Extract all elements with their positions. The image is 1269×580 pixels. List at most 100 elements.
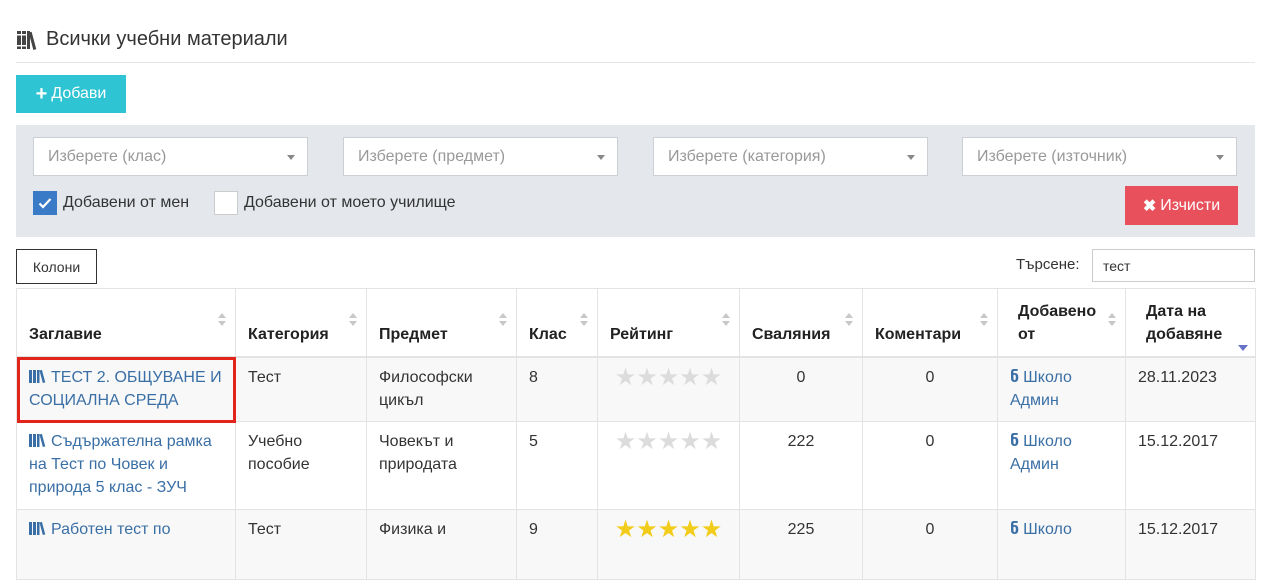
star-icon[interactable]: ★ bbox=[701, 516, 723, 543]
books-icon bbox=[29, 369, 46, 383]
sort-icon bbox=[980, 313, 988, 329]
page-title: Всички учебни материали bbox=[16, 28, 288, 51]
star-icon[interactable]: ★ bbox=[701, 428, 723, 455]
subject-select[interactable]: Изберете (предмет) bbox=[343, 137, 618, 176]
chevron-down-icon bbox=[1216, 155, 1224, 160]
chevron-down-icon bbox=[907, 155, 915, 160]
cell-comments: 0 bbox=[862, 356, 998, 422]
star-icon[interactable]: ★ bbox=[701, 364, 723, 391]
user-icon: ნ bbox=[1010, 521, 1020, 538]
source-select[interactable]: Изберете (източник) bbox=[962, 137, 1237, 176]
added-by-school-option[interactable]: Добавени от моето училище bbox=[214, 191, 456, 215]
page-title-text: Всички учебни материали bbox=[46, 28, 288, 50]
columns-button[interactable]: Колони bbox=[16, 249, 97, 284]
star-icon[interactable]: ★ bbox=[636, 364, 658, 391]
chevron-down-icon bbox=[597, 155, 605, 160]
check-icon bbox=[38, 198, 52, 209]
cell-grade: 5 bbox=[516, 421, 598, 510]
star-icon[interactable]: ★ bbox=[658, 364, 680, 391]
star-icon[interactable]: ★ bbox=[658, 516, 680, 543]
column-header-category[interactable]: Категория bbox=[235, 288, 367, 358]
star-icon[interactable]: ★ bbox=[679, 428, 701, 455]
table-header-row: Заглавие Категория Предмет Клас Рейтинг … bbox=[16, 288, 1256, 358]
rating-stars[interactable]: ★★★★★ bbox=[610, 364, 727, 391]
source-select-placeholder: Изберете (източник) bbox=[977, 147, 1128, 165]
sort-icon bbox=[349, 313, 357, 329]
cell-date-added: 15.12.2017 bbox=[1125, 421, 1256, 510]
star-icon[interactable]: ★ bbox=[636, 428, 658, 455]
column-header-grade[interactable]: Клас bbox=[516, 288, 598, 358]
sort-icon bbox=[1108, 313, 1116, 329]
sort-icon bbox=[722, 313, 730, 329]
star-icon[interactable]: ★ bbox=[636, 516, 658, 543]
star-icon[interactable]: ★ bbox=[679, 364, 701, 391]
books-icon bbox=[29, 521, 46, 535]
cell-title: ТЕСТ 2. ОБЩУВАНЕ И СОЦИАЛНА СРЕДА bbox=[16, 356, 236, 422]
star-icon[interactable]: ★ bbox=[615, 516, 637, 543]
cell-downloads: 225 bbox=[739, 509, 863, 580]
rating-stars[interactable]: ★★★★★ bbox=[610, 518, 727, 542]
sort-icon bbox=[845, 313, 853, 329]
materials-table: Заглавие Категория Предмет Клас Рейтинг … bbox=[16, 288, 1256, 580]
cell-grade: 8 bbox=[516, 356, 598, 422]
material-title-link[interactable]: ТЕСТ 2. ОБЩУВАНЕ И СОЦИАЛНА СРЕДА bbox=[29, 369, 222, 409]
cell-category: Тест bbox=[235, 509, 367, 580]
added-by-school-label: Добавени от моето училище bbox=[244, 194, 456, 211]
sort-desc-icon bbox=[1238, 313, 1248, 351]
title-divider bbox=[16, 62, 1255, 63]
cell-subject: Философски цикъл bbox=[366, 356, 517, 422]
cell-comments: 0 bbox=[862, 421, 998, 510]
column-header-comments[interactable]: Коментари bbox=[862, 288, 998, 358]
cell-date-added: 28.11.2023 bbox=[1125, 356, 1256, 422]
cell-date-added: 15.12.2017 bbox=[1125, 509, 1256, 580]
cell-subject: Физика и bbox=[366, 509, 517, 580]
cell-rating: ★★★★★ bbox=[597, 509, 740, 580]
cell-subject: Човекът и природата bbox=[366, 421, 517, 510]
table-row: Съдържателна рамка на Тест по Човек и пр… bbox=[16, 421, 1256, 510]
column-header-downloads[interactable]: Сваляния bbox=[739, 288, 863, 358]
star-icon[interactable]: ★ bbox=[615, 428, 637, 455]
author-link[interactable]: ნ Школо Админ bbox=[1010, 369, 1072, 409]
star-icon[interactable]: ★ bbox=[658, 428, 680, 455]
column-header-title[interactable]: Заглавие bbox=[16, 288, 236, 358]
column-header-subject[interactable]: Предмет bbox=[366, 288, 517, 358]
class-select-placeholder: Изберете (клас) bbox=[48, 147, 167, 165]
class-select[interactable]: Изберете (клас) bbox=[33, 137, 308, 176]
author-link[interactable]: ნ Школо Админ bbox=[1010, 433, 1072, 473]
clear-button[interactable]: ✖ Изчисти bbox=[1125, 186, 1238, 225]
added-by-school-checkbox[interactable] bbox=[214, 191, 238, 215]
sort-icon bbox=[218, 313, 226, 329]
material-title-link[interactable]: Работен тест по bbox=[29, 521, 170, 538]
added-by-me-option[interactable]: Добавени от мен bbox=[33, 191, 189, 215]
add-button-label: Добави bbox=[51, 85, 107, 102]
add-button[interactable]: + Добави bbox=[16, 75, 126, 113]
added-by-me-checkbox[interactable] bbox=[33, 191, 57, 215]
material-title-link[interactable]: Съдържателна рамка на Тест по Човек и пр… bbox=[29, 433, 212, 496]
user-icon: ნ bbox=[1010, 368, 1020, 386]
sort-icon bbox=[580, 313, 588, 329]
search-input[interactable] bbox=[1092, 249, 1255, 282]
rating-stars[interactable]: ★★★★★ bbox=[610, 430, 727, 454]
plus-icon: + bbox=[35, 83, 48, 105]
chevron-down-icon bbox=[287, 155, 295, 160]
search-label: Търсене: bbox=[1016, 256, 1080, 273]
author-link[interactable]: ნ Школо bbox=[1010, 521, 1072, 538]
subject-select-placeholder: Изберете (предмет) bbox=[358, 147, 506, 165]
table-row: ТЕСТ 2. ОБЩУВАНЕ И СОЦИАЛНА СРЕДА Тест Фил… bbox=[16, 356, 1256, 422]
cell-downloads: 0 bbox=[739, 356, 863, 422]
cell-rating: ★★★★★ bbox=[597, 356, 740, 422]
books-icon bbox=[17, 30, 37, 50]
user-icon: ნ bbox=[1010, 433, 1020, 450]
times-icon: ✖ bbox=[1142, 197, 1157, 215]
cell-comments: 0 bbox=[862, 509, 998, 580]
clear-button-label: Изчисти bbox=[1160, 196, 1221, 214]
category-select[interactable]: Изберете (категория) bbox=[653, 137, 928, 176]
category-select-placeholder: Изберете (категория) bbox=[668, 147, 826, 165]
column-header-added-by[interactable]: Добавено от bbox=[997, 288, 1126, 358]
cell-category: Тест bbox=[235, 356, 367, 422]
star-icon[interactable]: ★ bbox=[615, 364, 637, 391]
column-header-rating[interactable]: Рейтинг bbox=[597, 288, 740, 358]
cell-title: Съдържателна рамка на Тест по Човек и пр… bbox=[16, 421, 236, 510]
star-icon[interactable]: ★ bbox=[679, 516, 701, 543]
column-header-date-added[interactable]: Дата на добавяне bbox=[1125, 288, 1256, 358]
